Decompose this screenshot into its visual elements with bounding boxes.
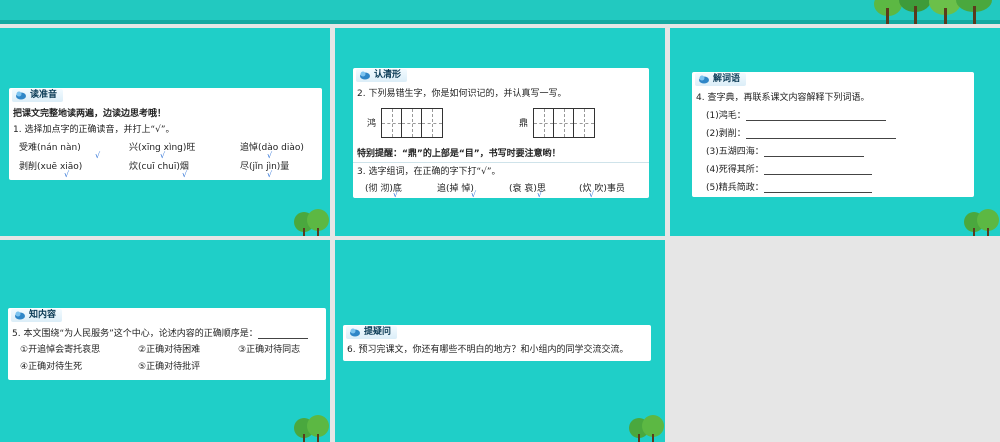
section-label: 提疑问 <box>364 327 392 337</box>
tree-icon <box>964 209 999 236</box>
slide-2: 认清形 2. 下列易错生字，你是如何识记的，并认真写一写。 鸿 鼎 特别提醒：“… <box>335 28 665 236</box>
checkmark-icon: √ <box>537 190 543 199</box>
section-label: 解词语 <box>713 74 741 84</box>
answer-blank[interactable] <box>745 113 886 121</box>
question-2: 2. 下列易错生字，你是如何识记的，并认真写一写。 <box>357 89 567 99</box>
checkmark-icon: √ <box>64 170 70 179</box>
option-item: ②正确对待困难 <box>138 345 201 355</box>
writing-grid[interactable] <box>533 108 595 138</box>
checkmark-icon: √ <box>589 190 595 199</box>
slide-5: 提疑问 6. 预习完课文，你还有哪些不明白的地方？和小组内的同学交流交流。 <box>335 240 665 442</box>
writing-grid[interactable] <box>381 108 443 138</box>
definition-item[interactable]: (5)精兵简政： <box>706 184 872 193</box>
answer-blank[interactable] <box>763 185 872 193</box>
checkmark-icon: √ <box>95 151 101 160</box>
definition-item[interactable]: (4)死得其所： <box>706 166 872 175</box>
checkmark-icon: √ <box>160 151 166 160</box>
tree-cluster-icon <box>874 0 992 24</box>
slide-1: 读准音 把课文完整地读两遍，边读边思考哦！ 1. 选择加点字的正确读音，并打上“… <box>0 28 330 236</box>
option-item: ⑤正确对待批评 <box>138 362 201 372</box>
instruction-text: 把课文完整地读两遍，边读边思考哦！ <box>13 109 167 119</box>
word-choice[interactable]: (炊 吹)事员 <box>579 185 625 194</box>
answer-blank[interactable] <box>745 131 896 139</box>
definition-item[interactable]: (1)鸿毛： <box>706 112 886 121</box>
checkmark-icon: √ <box>267 151 273 160</box>
pinyin-item[interactable]: 尽(jǐn jìn)量 <box>240 163 289 172</box>
option-item: ④正确对待生死 <box>20 362 83 372</box>
top-banner <box>0 0 1000 24</box>
tree-icon <box>294 415 329 442</box>
section-tag: 知内容 <box>11 309 63 322</box>
answer-blank[interactable] <box>763 149 864 157</box>
tip-label: 特别提醒： <box>357 149 403 159</box>
section-tag: 读准音 <box>12 89 64 102</box>
question-1: 1. 选择加点字的正确读音，并打上“√”。 <box>13 125 175 135</box>
cloud-icon <box>15 91 27 100</box>
slide-4: 知内容 5. 本文围绕“为人民服务”这个中心，论述内容的正确顺序是： ①开追悼会… <box>0 240 330 442</box>
pinyin-item[interactable]: 炊(cuī chuī)烟 <box>129 163 189 172</box>
option-item: ①开追悼会寄托哀思 <box>20 345 101 355</box>
pinyin-item[interactable]: 剥削(xuē xiāo) <box>19 163 82 172</box>
question-3: 3. 选字组词，在正确的字下打“√”。 <box>357 167 501 177</box>
char-label: 鼎 <box>519 119 529 129</box>
question-6: 6. 预习完课文，你还有哪些不明白的地方？和小组内的同学交流交流。 <box>347 345 629 355</box>
slide1-card: 读准音 把课文完整地读两遍，边读边思考哦！ 1. 选择加点字的正确读音，并打上“… <box>9 88 322 180</box>
tip-body: “鼎”的上部是“目”，书写时要注意哟！ <box>402 149 561 159</box>
section-tag: 认清形 <box>356 69 408 82</box>
cloud-icon <box>698 75 710 84</box>
banner-shadow <box>0 20 1000 24</box>
slide3-card: 解词语 4. 查字典，再联系课文内容解释下列词语。 (1)鸿毛： (2)剥削： … <box>692 72 974 197</box>
definition-item[interactable]: (3)五湖四海： <box>706 148 864 157</box>
option-item: ③正确对待同志 <box>238 345 301 355</box>
checkmark-icon: √ <box>471 190 477 199</box>
checkmark-icon: √ <box>393 190 399 199</box>
cloud-icon <box>14 311 26 320</box>
tip-text: 特别提醒：“鼎”的上部是“目”，书写时要注意哟！ <box>357 150 561 159</box>
section-label: 读准音 <box>30 90 58 100</box>
slide-3: 解词语 4. 查字典，再联系课文内容解释下列词语。 (1)鸿毛： (2)剥削： … <box>670 28 1000 236</box>
answer-blank[interactable] <box>257 331 308 339</box>
answer-blank[interactable] <box>763 167 872 175</box>
checkmark-icon: √ <box>267 170 273 179</box>
word-choice[interactable]: 追(掉 悼) <box>437 185 474 194</box>
slide5-card: 提疑问 6. 预习完课文，你还有哪些不明白的地方？和小组内的同学交流交流。 <box>343 325 651 361</box>
section-tag: 解词语 <box>695 73 747 86</box>
section-label: 知内容 <box>29 310 57 320</box>
question-5: 5. 本文围绕“为人民服务”这个中心，论述内容的正确顺序是： <box>12 330 308 339</box>
char-label: 鸿 <box>367 119 377 129</box>
slide4-card: 知内容 5. 本文围绕“为人民服务”这个中心，论述内容的正确顺序是： ①开追悼会… <box>8 308 326 380</box>
question-4: 4. 查字典，再联系课文内容解释下列词语。 <box>696 93 870 103</box>
cloud-icon <box>349 328 361 337</box>
checkmark-icon: √ <box>182 170 188 179</box>
tree-icon <box>629 415 664 442</box>
tree-icon <box>294 209 329 236</box>
cloud-icon <box>359 71 371 80</box>
section-tag: 提疑问 <box>346 326 398 339</box>
section-label: 认清形 <box>374 70 402 80</box>
slide2-card: 认清形 2. 下列易错生字，你是如何识记的，并认真写一写。 鸿 鼎 特别提醒：“… <box>353 68 649 199</box>
pinyin-item[interactable]: 受难(nán nàn) <box>19 144 81 153</box>
definition-item[interactable]: (2)剥削： <box>706 130 896 139</box>
divider <box>353 162 649 163</box>
